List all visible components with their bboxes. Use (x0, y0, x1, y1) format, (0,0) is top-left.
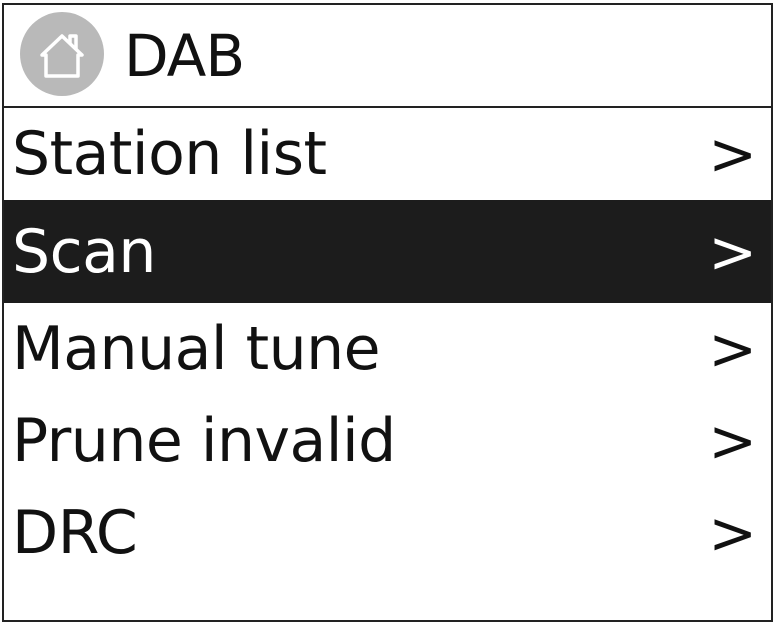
menu-item-station-list[interactable]: Station list > (4, 108, 771, 200)
chevron-right-icon: > (708, 407, 757, 475)
dab-menu-screen: DAB Station list > Scan > Manual tune > … (2, 3, 773, 622)
chevron-right-icon: > (708, 499, 757, 567)
menu-list: Station list > Scan > Manual tune > Prun… (4, 108, 771, 579)
menu-item-label: Station list (12, 119, 327, 189)
menu-item-manual-tune[interactable]: Manual tune > (4, 303, 771, 395)
chevron-right-icon: > (708, 217, 757, 286)
home-icon (40, 34, 84, 78)
menu-item-label: Manual tune (12, 314, 381, 384)
chevron-right-icon: > (708, 120, 757, 188)
home-button[interactable] (20, 12, 104, 96)
page-title: DAB (124, 22, 245, 90)
menu-item-drc[interactable]: DRC > (4, 487, 771, 579)
chevron-right-icon: > (708, 315, 757, 383)
menu-item-label: Prune invalid (12, 406, 396, 476)
header-bar: DAB (4, 5, 771, 108)
menu-item-prune-invalid[interactable]: Prune invalid > (4, 395, 771, 487)
menu-item-label: Scan (12, 216, 156, 287)
menu-item-scan[interactable]: Scan > (4, 200, 771, 303)
menu-item-label: DRC (12, 498, 138, 568)
